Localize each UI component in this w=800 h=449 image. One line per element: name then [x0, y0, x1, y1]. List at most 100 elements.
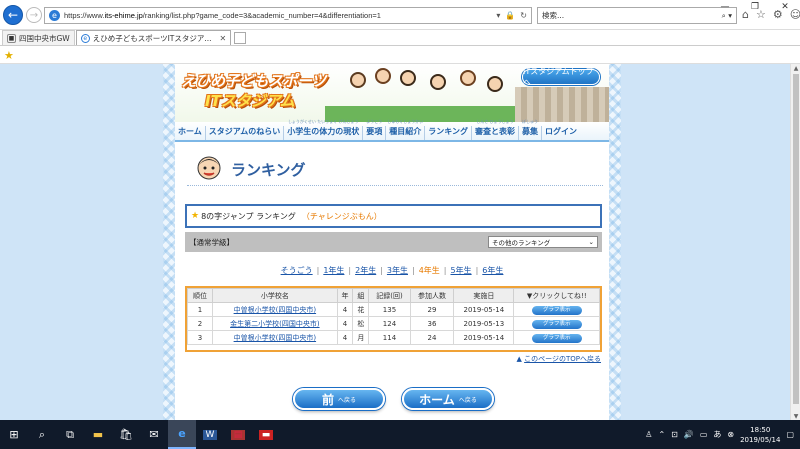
- task-view-icon[interactable]: ⧉: [56, 420, 84, 449]
- nav-ruby: しんさ ひょうしょう: [476, 119, 514, 124]
- network-icon[interactable]: ⊡: [671, 430, 678, 439]
- nav-ranking[interactable]: ランキング: [425, 126, 472, 140]
- notification-icon[interactable]: ▢: [786, 430, 794, 439]
- scroll-thumb[interactable]: [793, 74, 799, 404]
- web-page: えひめ子どもスポーツ ITスタジアム ITスタジアムトップへ ホーム スタジアム…: [0, 64, 790, 420]
- table-cell: 松: [352, 316, 370, 331]
- windows-start-icon[interactable]: ⊞: [0, 420, 28, 449]
- address-bar[interactable]: e https://www.its-ehime.jp/ranking/list.…: [44, 7, 532, 24]
- grade-separator: |: [475, 266, 479, 275]
- nav-home[interactable]: ホーム: [175, 126, 206, 140]
- ime-mode-icon[interactable]: ⊗: [727, 430, 734, 439]
- column-header: ▼クリックしてね!!: [513, 288, 600, 303]
- to-top-label[interactable]: このページのTOPへ戻る: [524, 355, 601, 363]
- maximize-icon[interactable]: ❐: [740, 0, 770, 14]
- grade-link[interactable]: 5年生: [451, 266, 472, 275]
- grade-selector: そうごう | 1年生 | 2年生 | 3年生 | 4年生 | 5年生 | 6年生: [175, 265, 609, 276]
- school-link[interactable]: 中曽根小学校(四国中央市): [234, 306, 316, 314]
- system-tray: ♙ ⌃ ⊡ 🔊 ▭ あ ⊗ 18:50 2019/05/14 ▢: [645, 420, 800, 449]
- word-icon[interactable]: W: [196, 420, 224, 449]
- nav-guidelines[interactable]: ようこう 要項: [363, 119, 387, 140]
- minimize-icon[interactable]: —: [710, 0, 740, 14]
- table-row: 2 金生第二小学校(四国中央市) 4 松 124 36 2019-05-13 グラフ表示: [186, 316, 600, 331]
- cell-value: 4: [342, 333, 348, 342]
- to-top-link[interactable]: ▲ このページのTOPへ戻る: [517, 354, 601, 364]
- cell-value: 2019-05-14: [463, 305, 505, 314]
- nav-label: 審査と表彰: [474, 127, 515, 136]
- table-cell: 36: [409, 316, 455, 331]
- favorites-add-icon[interactable]: ★: [4, 49, 14, 62]
- chevron-up-icon[interactable]: ⌃: [658, 430, 665, 439]
- ime-indicator[interactable]: あ: [713, 429, 721, 440]
- grade-link[interactable]: 6年生: [482, 266, 503, 275]
- nav-fitness-status[interactable]: しょうがくせい たいりょく げんじょう 小学生の体力の現状: [284, 119, 364, 140]
- nav-judging[interactable]: しんさ ひょうしょう審査と表彰: [472, 119, 519, 140]
- scroll-up-icon[interactable]: ▲: [791, 64, 800, 72]
- tab-close-icon[interactable]: ✕: [220, 34, 227, 43]
- nav-login[interactable]: ログイン: [542, 126, 580, 140]
- grade-link: 4年生: [418, 266, 440, 275]
- grade-link[interactable]: 3年生: [387, 266, 408, 275]
- grade-link[interactable]: 2年生: [355, 266, 376, 275]
- graph-button[interactable]: グラフ表示: [531, 319, 582, 329]
- school-link[interactable]: 金生第二小学校(四国中央市): [230, 320, 319, 328]
- cell-value: 月: [357, 333, 365, 342]
- file-explorer-icon[interactable]: ▬: [84, 420, 112, 449]
- nav-label: スタジアムのねらい: [208, 127, 281, 136]
- dropdown-icon[interactable]: ▾: [496, 11, 500, 20]
- new-tab-button[interactable]: [234, 32, 247, 44]
- scroll-down-icon[interactable]: ▼: [791, 412, 800, 420]
- ie-taskbar-icon[interactable]: e: [168, 420, 196, 449]
- app-red-icon[interactable]: ▬: [252, 420, 280, 449]
- lock-icon[interactable]: 🔒: [505, 11, 515, 20]
- people-icon[interactable]: ♙: [645, 430, 652, 439]
- search-icon[interactable]: ⌕: [28, 420, 56, 449]
- nav-events[interactable]: しゅもくしょうかい 種目紹介: [386, 119, 426, 140]
- cell-value: 4: [342, 319, 348, 328]
- page-favicon-icon: ■: [7, 33, 16, 43]
- cell-value: 24: [427, 333, 437, 342]
- app-icon[interactable]: ▤: [224, 420, 252, 449]
- stadium-top-button[interactable]: ITスタジアムトップへ: [522, 67, 600, 87]
- table-cell: 124: [368, 316, 411, 331]
- tab-bar: ■ 四国中央市GW e えひめ子どもスポーツITスタジア... ✕: [0, 30, 800, 46]
- url-text[interactable]: https://www.its-ehime.jp/ranking/list.ph…: [64, 11, 496, 20]
- mail-icon[interactable]: ✉: [140, 420, 168, 449]
- back-button[interactable]: 前 へ戻る: [293, 388, 385, 410]
- cell-value: 花: [357, 305, 365, 314]
- ie-favicon-icon: e: [80, 33, 90, 43]
- grade-link[interactable]: 1年生: [323, 266, 344, 275]
- school-link[interactable]: 中曽根小学校(四国中央市): [234, 334, 316, 342]
- main-nav: ホーム スタジアムのねらい しょうがくせい たいりょく げんじょう 小学生の体力の…: [175, 119, 609, 142]
- back-arrow-icon[interactable]: ←: [3, 5, 23, 25]
- nav-label: 要項: [366, 127, 383, 136]
- nav-recruit[interactable]: ぼしゅう 募集: [519, 119, 542, 140]
- search-input[interactable]: 検索... ⌕ ▾: [537, 7, 737, 24]
- graph-button[interactable]: グラフ表示: [531, 333, 582, 343]
- table-cell: グラフ表示: [513, 316, 600, 331]
- refresh-icon[interactable]: ↻: [520, 11, 527, 20]
- kid-illustration: [487, 76, 503, 92]
- chevron-down-icon: ⌄: [588, 238, 594, 246]
- search-placeholder: 検索...: [542, 11, 565, 20]
- nav-aims[interactable]: スタジアムのねらい: [206, 126, 285, 140]
- kid-illustration: [400, 70, 416, 86]
- tab-its-stadium[interactable]: e えひめ子どもスポーツITスタジア... ✕: [75, 30, 232, 45]
- site-logo-line2[interactable]: ITスタジアム: [205, 90, 295, 111]
- tab-shikokuchuo[interactable]: ■ 四国中央市GW: [2, 30, 75, 45]
- other-ranking-select[interactable]: その他のランキング ⌄: [488, 236, 598, 248]
- clock[interactable]: 18:50 2019/05/14: [740, 425, 780, 445]
- home-button[interactable]: ホーム へ戻る: [402, 388, 494, 410]
- table-cell: 135: [368, 302, 411, 317]
- battery-icon[interactable]: ▭: [700, 430, 708, 439]
- volume-icon[interactable]: 🔊: [684, 430, 694, 439]
- grade-link[interactable]: そうごう: [281, 266, 313, 275]
- graph-button[interactable]: グラフ表示: [531, 305, 582, 315]
- forward-arrow-icon[interactable]: →: [26, 7, 42, 23]
- vertical-scrollbar[interactable]: ▲ ▼: [790, 64, 800, 420]
- close-icon[interactable]: ✕: [770, 0, 800, 14]
- store-icon[interactable]: 🛍: [112, 420, 140, 449]
- cell-value: 29: [427, 305, 437, 314]
- site-logo-line1[interactable]: えひめ子どもスポーツ: [181, 70, 326, 91]
- taskbar: ⊞ ⌕ ⧉ ▬ 🛍 ✉ e W ▤ ▬ ♙ ⌃ ⊡ 🔊 ▭ あ ⊗ 18:50 …: [0, 420, 800, 449]
